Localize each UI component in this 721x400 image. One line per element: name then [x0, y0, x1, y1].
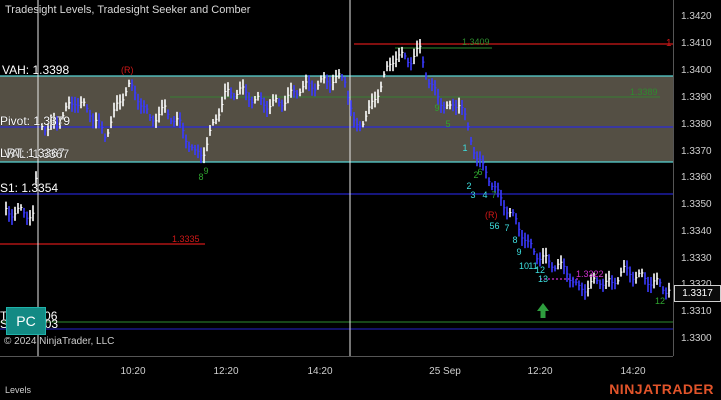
chart-tab-label[interactable]: Levels — [5, 385, 31, 395]
comber-count-cyan: 13 — [537, 274, 549, 284]
time-tick-label: 14:20 — [620, 366, 646, 377]
time-axis[interactable]: 10:20 12:20 14:20 25 Sep 12:20 14:20 — [0, 356, 673, 379]
level-1340-label: 1.3409 — [462, 37, 490, 47]
time-tick-label: 25 Sep — [429, 366, 461, 377]
comber-count-cyan: 9 — [516, 247, 522, 257]
copyright-text: © 2024 NinjaTrader, LLC — [4, 336, 115, 347]
vah-label: VAH: 1.3398 — [2, 63, 70, 77]
ninjatrader-logo: NINJATRADER — [609, 381, 714, 397]
pc-badge[interactable]: PC — [6, 307, 46, 335]
price-tick-label: 1.3370 — [681, 146, 712, 157]
level-1335-label: 1.3335 — [172, 234, 200, 244]
price-tick-label: 1.3380 — [681, 119, 712, 130]
price-tick-label: 1.3390 — [681, 92, 712, 103]
comber-count-cyan: 8 — [512, 235, 518, 245]
chart-canvas — [0, 0, 673, 356]
seeker-count-green: 9 — [203, 166, 209, 176]
resistance-marker: 1 — [666, 38, 672, 49]
time-tick-label: 12:20 — [213, 366, 239, 377]
comber-count-cyan: 4 — [482, 190, 488, 200]
level-1339-label: 1.3389 — [630, 87, 658, 97]
level-1332-label: 1.3322 — [576, 269, 604, 279]
comber-count-cyan: 3 — [470, 190, 476, 200]
up-arrow-icon — [537, 303, 549, 318]
price-tick-label: 1.3350 — [681, 199, 712, 210]
price-tick-label: 1.3330 — [681, 253, 712, 264]
val-label: VAL: 1.3367 — [4, 147, 70, 161]
time-tick-label: 10:20 — [120, 366, 146, 377]
r-label-right: (R) — [485, 210, 498, 220]
r-label-left: (R) — [121, 65, 134, 75]
chart-plot-area[interactable]: Tradesight Levels, Tradesight Seeker and… — [0, 0, 673, 356]
seeker-count-green: 9 — [434, 103, 440, 113]
current-price-marker: 1.3317 — [674, 285, 721, 302]
seeker-count-green: 2 — [473, 170, 479, 180]
price-tick-label: 1.3340 — [681, 226, 712, 237]
seeker-count-green: 5 — [445, 119, 451, 129]
seeker-count-green: 8 — [198, 172, 204, 182]
price-tick-label: 1.3360 — [681, 172, 712, 183]
price-tick-label: 1.3300 — [681, 333, 712, 344]
s1-label: S1: 1.3354 — [0, 181, 59, 195]
price-tick-label: 1.3410 — [681, 38, 712, 49]
price-tick-label: 1.3310 — [681, 306, 712, 317]
seeker-count-green: 12 — [654, 296, 666, 306]
indicator-title: Tradesight Levels, Tradesight Seeker and… — [5, 4, 251, 16]
price-tick-label: 1.3400 — [681, 65, 712, 76]
price-tick-label: 1.3420 — [681, 11, 712, 22]
pivot-label: Pivot: 1.3379 — [0, 114, 71, 128]
comber-count-cyan: 6 — [494, 221, 500, 231]
chart-window: { "indicator_title": "Tradesight Levels,… — [0, 0, 721, 400]
value-area-box — [0, 76, 673, 162]
seeker-count-green: 7 — [491, 190, 497, 200]
comber-count-cyan: 7 — [504, 223, 510, 233]
comber-count-cyan: 1 — [462, 143, 468, 153]
time-tick-label: 14:20 — [307, 366, 333, 377]
status-bar: Levels NINJATRADER — [0, 378, 721, 400]
price-axis[interactable]: 1.3420 1.3410 1.3400 1.3390 1.3380 1.3370 1.33… — [673, 0, 721, 356]
time-tick-label: 12:20 — [527, 366, 553, 377]
